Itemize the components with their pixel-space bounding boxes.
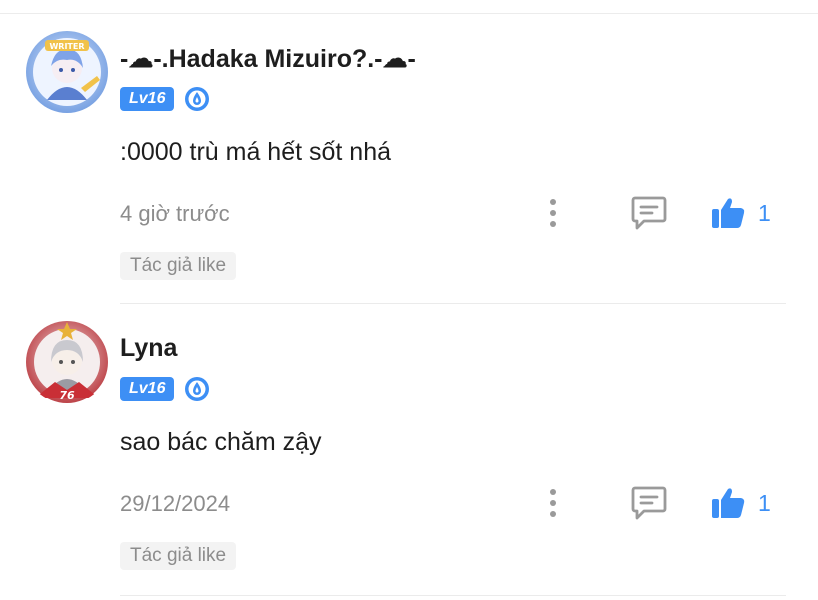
comment-divider	[120, 303, 786, 304]
comment-divider	[120, 595, 786, 596]
comment-text: sao bác chăm zậy	[120, 428, 322, 456]
like-count: 1	[758, 489, 771, 516]
user-badges: Lv16	[120, 86, 210, 112]
author-like-tag: Tác giả like	[120, 252, 237, 280]
username[interactable]: -☁-.Hadaka Mizuiro?.-☁-	[120, 44, 416, 74]
comment-icon[interactable]	[630, 485, 668, 521]
username[interactable]: Lyna	[120, 334, 177, 363]
comment-text: :0000 trù má hết sốt nhá	[120, 138, 392, 166]
author-like-tag: Tác giả like	[120, 542, 237, 570]
comment-time: 29/12/2024	[120, 491, 231, 516]
more-vertical-icon[interactable]	[544, 198, 562, 228]
like-button[interactable]: 1	[710, 486, 771, 520]
level-badge: Lv16	[120, 87, 175, 111]
avatar-badge-text: WRITER	[49, 42, 84, 51]
user-avatar[interactable]: 76	[25, 320, 109, 404]
thumbs-up-icon	[712, 488, 745, 518]
more-vertical-icon[interactable]	[544, 488, 562, 518]
like-count: 1	[758, 199, 771, 226]
comment-icon[interactable]	[630, 195, 668, 231]
comment-time: 4 giờ trước	[120, 201, 230, 226]
thumbs-up-icon	[712, 198, 745, 228]
user-badges: Lv16	[120, 376, 210, 402]
top-divider	[0, 13, 818, 14]
rank-drop-icon	[185, 377, 210, 401]
avatar-badge-text: 76	[59, 389, 75, 402]
avatar-image: WRITER	[26, 31, 108, 113]
level-badge: Lv16	[120, 377, 175, 401]
like-button[interactable]: 1	[710, 196, 771, 230]
avatar-image: 76	[26, 321, 108, 403]
user-avatar[interactable]: WRITER	[25, 30, 109, 114]
rank-drop-icon	[185, 87, 210, 111]
